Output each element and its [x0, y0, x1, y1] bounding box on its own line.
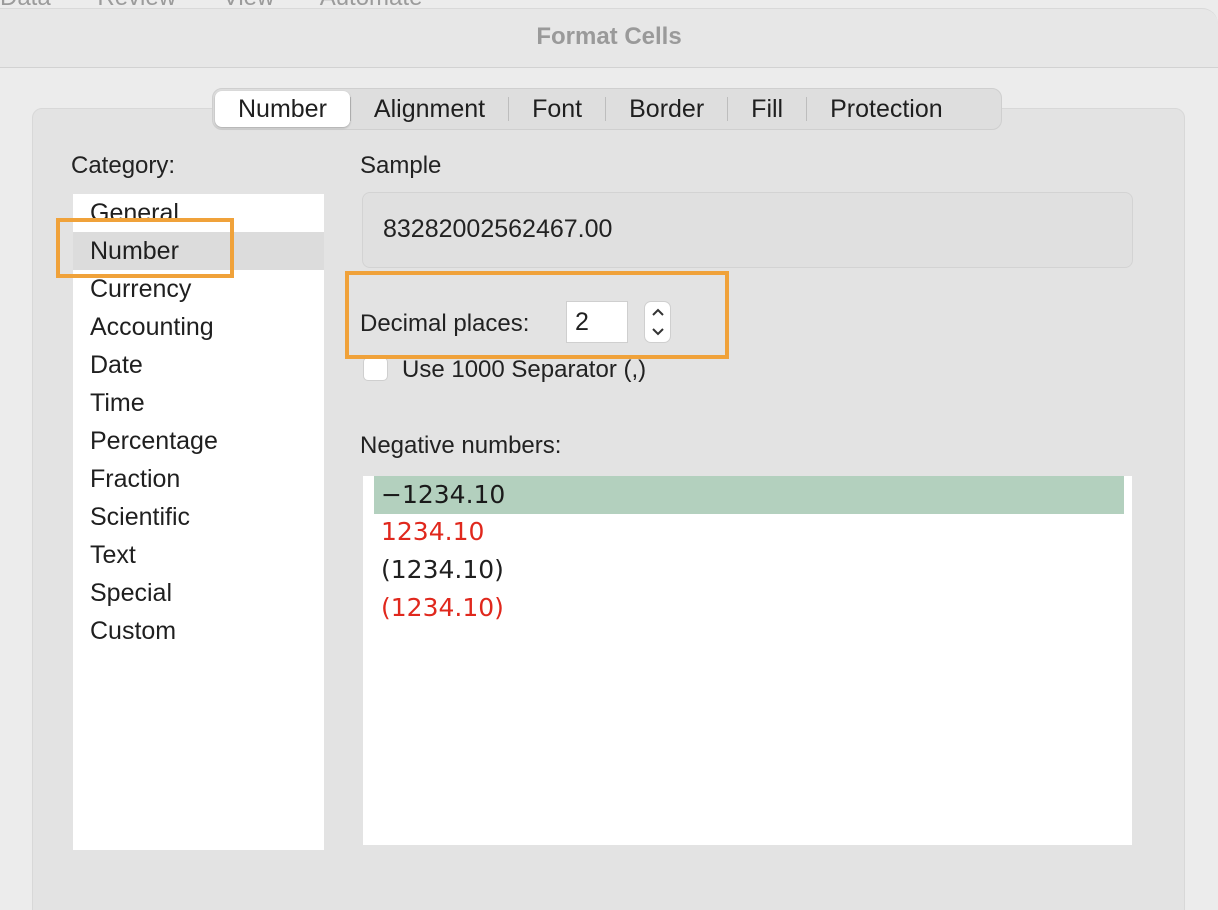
category-item-currency[interactable]: Currency [73, 270, 324, 308]
tab-bar: Number Alignment Font Border Fill Protec… [212, 88, 1002, 130]
tab-font[interactable]: Font [509, 91, 605, 127]
category-item-percentage[interactable]: Percentage [73, 422, 324, 460]
negative-format-option[interactable]: −1234.10 [374, 476, 1124, 514]
thousand-separator-label: Use 1000 Separator (,) [402, 356, 647, 383]
decimal-places-label: Decimal places: [360, 310, 530, 337]
category-list[interactable]: General Number Currency Accounting Date … [73, 194, 324, 850]
negative-numbers-list[interactable]: −1234.10 1234.10 (1234.10) (1234.10) [363, 476, 1132, 845]
decimal-places-stepper[interactable] [644, 301, 671, 343]
negative-format-option[interactable]: (1234.10) [374, 589, 1124, 627]
chevron-down-icon[interactable] [645, 322, 670, 342]
category-item-special[interactable]: Special [73, 574, 324, 612]
sample-label: Sample [360, 152, 442, 179]
tab-border[interactable]: Border [606, 91, 727, 127]
category-item-custom[interactable]: Custom [73, 612, 324, 650]
title-bar: Format Cells [0, 8, 1218, 68]
category-item-text[interactable]: Text [73, 536, 324, 574]
category-item-general[interactable]: General [73, 194, 324, 232]
sample-box: 83282002562467.00 [362, 192, 1133, 268]
category-item-date[interactable]: Date [73, 346, 324, 384]
dialog-title: Format Cells [536, 23, 682, 50]
negative-format-option[interactable]: (1234.10) [374, 551, 1124, 589]
decimal-places-input[interactable]: 2 [566, 301, 628, 343]
category-item-scientific[interactable]: Scientific [73, 498, 324, 536]
tab-alignment[interactable]: Alignment [351, 91, 508, 127]
tab-fill[interactable]: Fill [728, 91, 806, 127]
tab-number[interactable]: Number [215, 91, 350, 127]
thousand-separator-checkbox[interactable] [363, 357, 388, 381]
negative-format-option[interactable]: 1234.10 [374, 513, 1124, 551]
category-item-time[interactable]: Time [73, 384, 324, 422]
category-item-accounting[interactable]: Accounting [73, 308, 324, 346]
negative-numbers-label: Negative numbers: [360, 432, 562, 459]
tab-protection[interactable]: Protection [807, 91, 966, 127]
sample-value: 83282002562467.00 [383, 215, 613, 243]
category-label: Category: [71, 152, 176, 179]
format-cells-window: Data Review View Automate Format Cells N… [0, 0, 1218, 910]
category-item-fraction[interactable]: Fraction [73, 460, 324, 498]
chevron-up-icon[interactable] [645, 302, 670, 322]
background-menu-bar: Data Review View Automate [0, 0, 1218, 11]
category-item-number[interactable]: Number [73, 232, 324, 270]
